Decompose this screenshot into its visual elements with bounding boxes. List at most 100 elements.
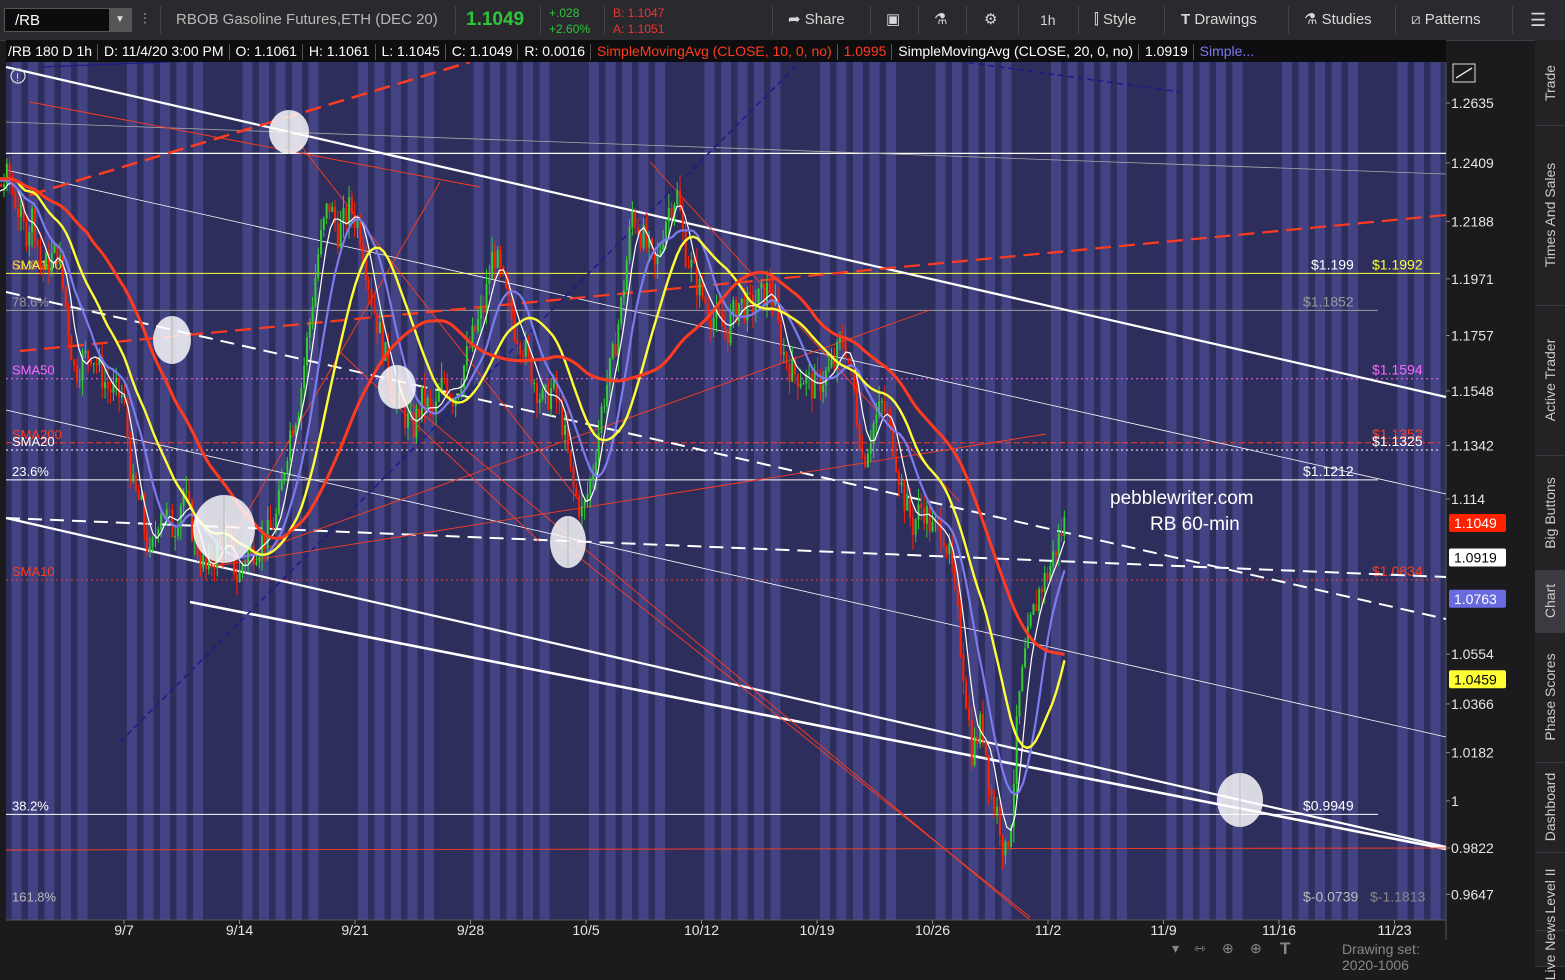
price-candle-body [802,383,805,385]
price-candle-body [280,479,283,491]
price-candle-body [1018,690,1021,717]
price-candle-body [942,541,945,547]
right-tab-times-and-sales[interactable]: Times And Sales [1535,125,1565,306]
price-candle-body [592,475,595,481]
flask-icon: ⚗ [1304,11,1318,28]
price-candle-body [140,495,143,500]
price-candle-body [291,430,294,436]
right-sidebar: Trade Times And Sales Active Trader Big But… [1535,40,1565,980]
price-candle-body [816,371,819,373]
price-candle-body [785,352,788,365]
price-marker-label: 1.0919 [1454,549,1497,565]
price-candle-body [479,306,482,319]
price-tick-label: 0.9647 [1451,886,1494,902]
timeframe-button[interactable]: 1h [1040,0,1056,40]
price-candle-body [976,736,979,744]
sma20-study-label[interactable]: SimpleMovingAvg (CLOSE, 20, 0, no) [898,43,1133,59]
price-candle-body [0,183,3,187]
price-candle-body [328,203,331,212]
level-value: $-0.0739 [1303,888,1358,904]
price-candle-body [757,288,760,305]
price-candle-body [962,653,965,682]
right-tab-chart[interactable]: Chart [1535,570,1565,633]
more-studies-label[interactable]: Simple... [1200,43,1254,59]
patterns-button[interactable]: ⧄ Patterns [1411,0,1481,40]
crosshair-icon[interactable]: ⊕ [1222,940,1234,957]
price-marker-label: 1.0763 [1454,591,1497,607]
price-candle-body [847,357,850,362]
price-candle-body [906,494,909,511]
time-tick-label: 10/26 [915,922,950,938]
flexible-grid-icon[interactable]: ▣ [886,0,900,40]
price-candle-body [631,211,634,228]
studies-button[interactable]: ⚗ Studies [1304,0,1372,40]
right-tab-dashboard[interactable]: Dashboard [1535,762,1565,853]
price-candle-body [732,300,735,314]
chevron-down-icon[interactable]: ▼ [109,9,131,31]
link-icon[interactable]: ⫶ [143,0,147,40]
symbol-selector[interactable]: /RB ▼ [4,8,132,32]
price-candle-body [1052,551,1055,567]
right-tab-phase-scores[interactable]: Phase Scores [1535,632,1565,763]
flask-icon[interactable]: ⚗ [934,0,947,40]
price-candle-body [320,229,323,255]
right-tab-trade[interactable]: Trade [1535,40,1565,126]
price-candle-body [241,565,244,571]
price-candle-body [558,401,561,404]
zoom-icon[interactable]: ⊕ [1250,940,1262,957]
text-tool-icon[interactable]: T [1280,939,1290,959]
price-candle-body [25,221,28,246]
price-candle-body [917,504,920,520]
price-candle-body [749,292,752,295]
price-tick-label: 1.2635 [1451,95,1494,111]
price-candle-body [578,495,581,517]
chart-settings-label[interactable]: /RB 180 D 1h [8,43,92,59]
right-tab-label: Phase Scores [1542,653,1558,741]
right-tab-live-news[interactable]: Live News [1535,916,1565,980]
price-candle-body [277,490,280,514]
sma100-value-2: $1.1992 [1372,256,1423,272]
share-button[interactable]: ➦ Share [788,0,845,40]
price-candle-body [477,318,480,332]
session-stripe [374,62,385,920]
style-button[interactable]: ⫿ Style [1094,0,1136,40]
menu-icon[interactable]: ☰ [1530,0,1546,40]
session-stripe [242,62,253,920]
price-candle-body [199,556,202,568]
price-candle-body [185,491,188,493]
drawing-set-label[interactable]: Drawing set: 2020-1006 [1342,941,1444,973]
price-candle-body [788,364,791,382]
price-candle-body [760,283,763,289]
price-candle-body [541,390,544,400]
price-candle-body [594,462,597,476]
right-tab-big-buttons[interactable]: Big Buttons [1535,455,1565,571]
time-tick-label: 10/19 [799,922,834,938]
session-stripe [193,62,203,920]
session-stripe [836,62,847,920]
time-tick-label: 10/12 [684,922,719,938]
session-stripe [275,62,286,920]
price-candle-body [763,283,766,307]
price-candle-body [104,382,107,388]
gear-icon[interactable]: ⚙ [984,0,997,40]
price-candle-body [92,363,95,365]
price-candle-body [426,397,429,408]
price-candle-body [667,208,670,222]
session-stripe [869,62,880,920]
price-candle-body [322,218,325,230]
price-candle-body [586,494,589,501]
time-tick-label: 11/23 [1378,922,1412,938]
price-candle-body [325,203,328,219]
right-tab-active-trader[interactable]: Active Trader [1535,305,1565,456]
price-candle-body [550,388,553,410]
session-stripe [308,62,319,920]
price-candle-body [662,243,665,251]
drawings-button[interactable]: T Drawings [1181,0,1257,40]
price-candle-body [1060,533,1063,536]
price-chart[interactable]: 78.6% $1.1852SMA50 $1.1594SMA200 $1.1352SMA… [0,62,1535,960]
price-candle-body [897,471,900,485]
dropdown-icon[interactable]: ▾ [1172,940,1179,957]
sma10-study-label[interactable]: SimpleMovingAvg (CLOSE, 10, 0, no) [597,43,832,59]
pan-icon[interactable]: ⇿ [1194,940,1206,957]
price-candle-body [690,259,693,268]
